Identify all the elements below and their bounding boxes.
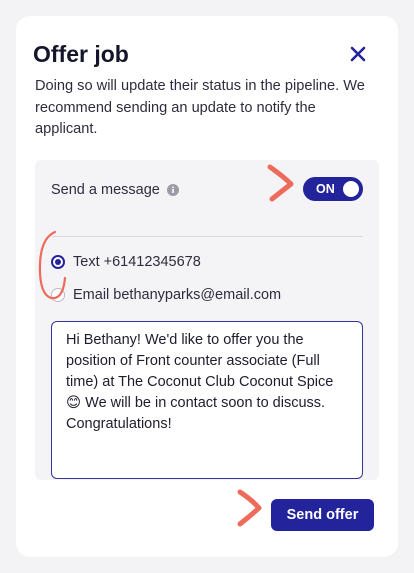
radio-text[interactable]: Text +61412345678 <box>51 252 201 272</box>
offer-job-modal: Offer job Doing so will update their sta… <box>16 16 398 557</box>
modal-description: Doing so will update their status in the… <box>35 78 365 137</box>
send-message-toggle[interactable]: ON <box>303 177 363 201</box>
toggle-knob <box>343 181 359 197</box>
modal-title: Offer job <box>33 41 129 67</box>
send-offer-button[interactable]: Send offer <box>271 499 374 531</box>
info-icon[interactable] <box>166 184 179 196</box>
modal-header: Offer job <box>33 38 370 70</box>
radio-email-label: Email bethanyparks@email.com <box>73 287 282 303</box>
radio-email-button[interactable] <box>51 288 65 302</box>
divider <box>51 236 363 237</box>
toggle-label: ON <box>316 182 335 196</box>
radio-text-label: Text +61412345678 <box>73 254 201 270</box>
close-button[interactable] <box>346 42 370 66</box>
message-panel: Send a message ON Text +61412345678 Emai… <box>35 160 379 480</box>
radio-email[interactable]: Email bethanyparks@email.com <box>51 285 281 305</box>
send-message-label: Send a message <box>51 182 160 198</box>
send-message-row: Send a message <box>51 178 179 202</box>
radio-text-button[interactable] <box>51 255 65 269</box>
annotation-arrow-send <box>237 489 262 527</box>
close-icon <box>350 46 366 62</box>
message-textarea[interactable]: Hi Bethany! We'd like to offer you the p… <box>51 321 363 479</box>
